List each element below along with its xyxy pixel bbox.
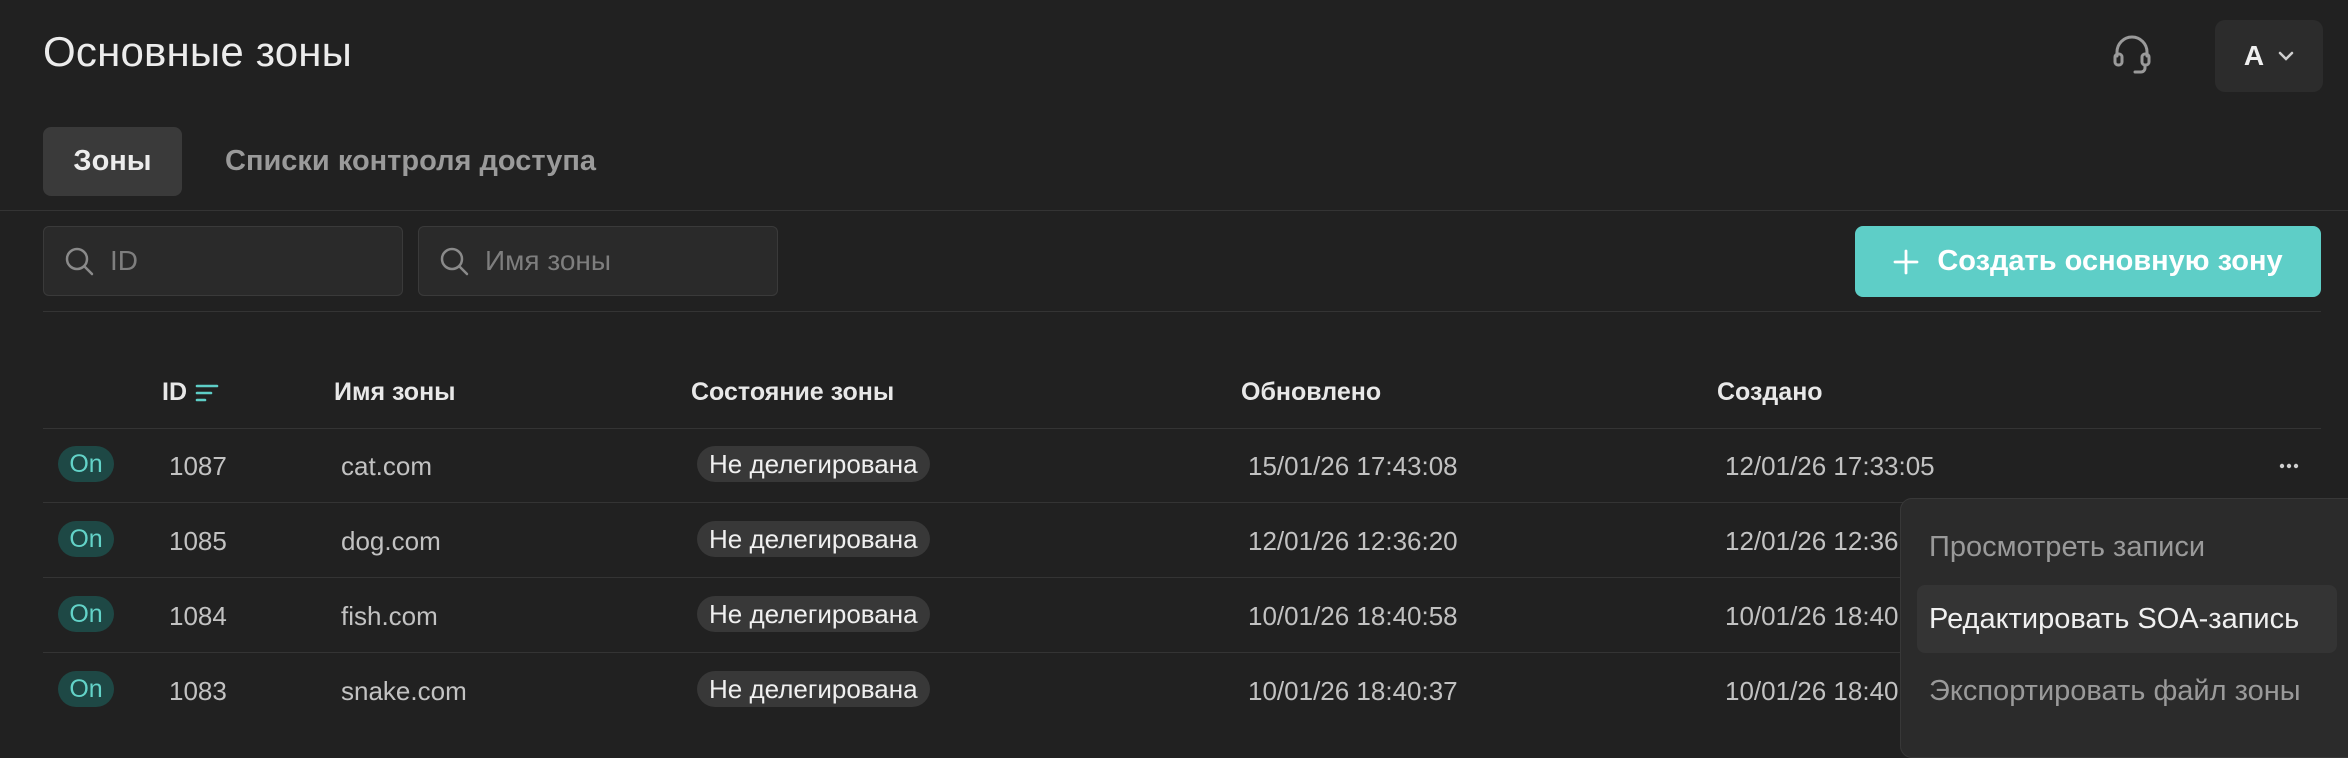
cell-updated: 15/01/26 17:43:08 xyxy=(1248,451,1458,481)
search-icon xyxy=(440,247,469,276)
zone-toggle[interactable]: On xyxy=(58,596,114,632)
row-context-menu: Просмотреть записи Редактировать SOA-зап… xyxy=(1900,498,2348,758)
cell-id: 1084 xyxy=(169,601,227,631)
user-menu-button[interactable]: A xyxy=(2215,20,2323,92)
menu-item-edit-soa-record[interactable]: Редактировать SOA-запись xyxy=(1917,585,2337,653)
cell-id: 1087 xyxy=(169,451,227,481)
cell-updated: 10/01/26 18:40:58 xyxy=(1248,601,1458,631)
sort-icon[interactable] xyxy=(195,383,219,403)
id-search-input[interactable] xyxy=(108,244,342,278)
cell-id: 1083 xyxy=(169,676,227,706)
avatar: A xyxy=(2243,40,2265,71)
page-title: Основные зоны xyxy=(43,28,353,75)
create-button-label: Создать основную зону xyxy=(1937,245,2283,277)
column-header-created: Создано xyxy=(1717,378,1823,406)
zone-name-search-field[interactable] xyxy=(418,226,778,296)
id-search-field[interactable] xyxy=(43,226,403,296)
cell-zone-name[interactable]: cat.com xyxy=(341,451,432,482)
headset-support-icon[interactable] xyxy=(2110,32,2154,76)
cell-created: 10/01/26 18:40: xyxy=(1725,676,1906,706)
zone-toggle[interactable]: On xyxy=(58,521,114,557)
cell-created: 12/01/26 17:33:05 xyxy=(1725,451,1935,481)
cell-updated: 10/01/26 18:40:37 xyxy=(1248,676,1458,706)
column-header-updated: Обновлено xyxy=(1241,378,1382,406)
cell-zone-name[interactable]: dog.com xyxy=(341,526,441,557)
cell-updated: 12/01/26 12:36:20 xyxy=(1248,526,1458,556)
status-badge: Не делегирована xyxy=(697,446,930,482)
plus-icon xyxy=(1893,249,1919,274)
filters-divider xyxy=(43,311,2321,312)
search-icon xyxy=(65,247,94,276)
header-divider xyxy=(43,428,2321,429)
status-badge: Не делегирована xyxy=(697,521,930,557)
zone-toggle[interactable]: On xyxy=(58,446,114,482)
tabs-divider xyxy=(0,210,2348,211)
column-header-zone-name: Имя зоны xyxy=(334,378,456,406)
tab-zones[interactable]: Зоны xyxy=(43,127,182,196)
create-primary-zone-button[interactable]: Создать основную зону xyxy=(1855,226,2321,297)
column-header-id-label: ID xyxy=(162,378,187,406)
column-header-id[interactable]: ID xyxy=(162,378,219,407)
status-badge: Не делегирована xyxy=(697,671,930,707)
menu-item-export-zone-file[interactable]: Экспортировать файл зоны xyxy=(1917,657,2337,725)
cell-created: 12/01/26 12:36: xyxy=(1725,526,1906,556)
ellipsis-icon xyxy=(2279,463,2299,469)
more-options-button[interactable] xyxy=(2274,451,2304,481)
cell-zone-name[interactable]: snake.com xyxy=(341,676,467,707)
tab-access-control-lists[interactable]: Списки контроля доступа xyxy=(225,127,596,196)
zone-toggle[interactable]: On xyxy=(58,671,114,707)
menu-item-view-records[interactable]: Просмотреть записи xyxy=(1917,513,2337,581)
zone-name-search-input[interactable] xyxy=(483,244,717,278)
cell-created: 10/01/26 18:40: xyxy=(1725,601,1906,631)
chevron-down-icon xyxy=(2278,51,2294,61)
cell-id: 1085 xyxy=(169,526,227,556)
status-badge: Не делегирована xyxy=(697,596,930,632)
cell-zone-name[interactable]: fish.com xyxy=(341,601,438,632)
column-header-zone-state: Состояние зоны xyxy=(691,378,895,406)
